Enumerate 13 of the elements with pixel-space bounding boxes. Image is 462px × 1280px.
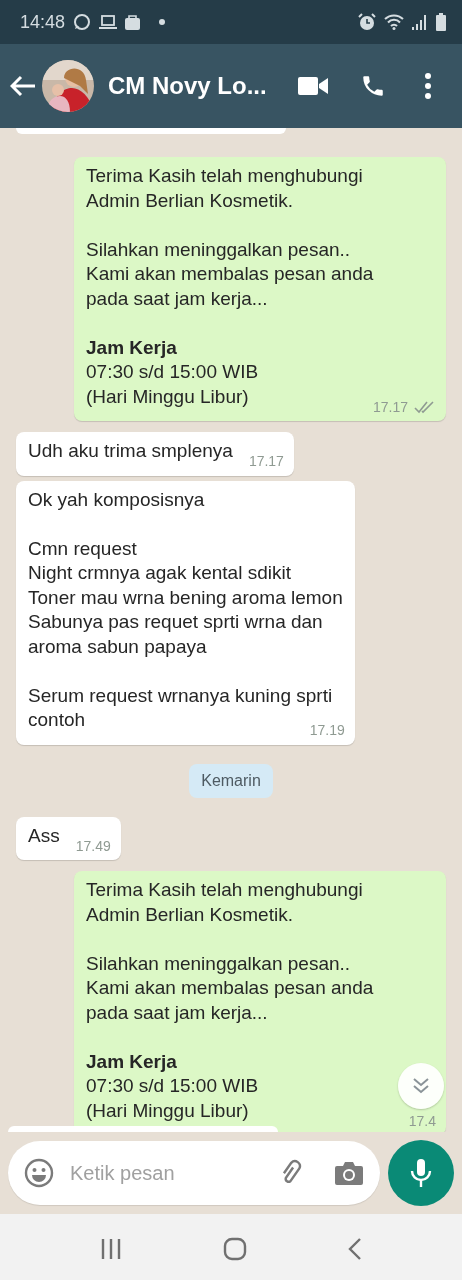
message-time: 17.17 — [372, 397, 408, 417]
message-input-field[interactable]: Ketik pesan — [68, 1160, 262, 1186]
message-time: 17.49 — [75, 836, 111, 856]
message-text: Terima Kasih telah menghubungi Admin Berlian Kosmetik. Silahkan meninggalkan pesan.. Kami akan membalas pesan anda pada saat jam kerja... Jam Kerja 07:30 s/d 15:00 WIB (Hari Minggu Libur) — [86, 165, 374, 407]
message-time: 17.17 — [248, 452, 284, 471]
message-time: 17.4 — [408, 1111, 436, 1131]
message-text: Terima Kasih telah menghubungi Admin Berlian Kosmetik. Silahkan meninggalkan pesan.. Kami akan membalas pesan anda pada saat jam kerja... Jam Kerja 07:30 s/d 15:00 WIB (Hari Minggu Libur) — [86, 879, 374, 1121]
message-time: 17.19 — [309, 721, 345, 740]
clock-time: 14:48 — [20, 11, 66, 33]
message-text: Udh aku trima smplenya — [28, 440, 233, 461]
message-text: Ass — [28, 824, 60, 846]
date-label: Kemarin — [189, 763, 273, 798]
contact-name[interactable]: CM Novy Lo... — [108, 72, 267, 100]
